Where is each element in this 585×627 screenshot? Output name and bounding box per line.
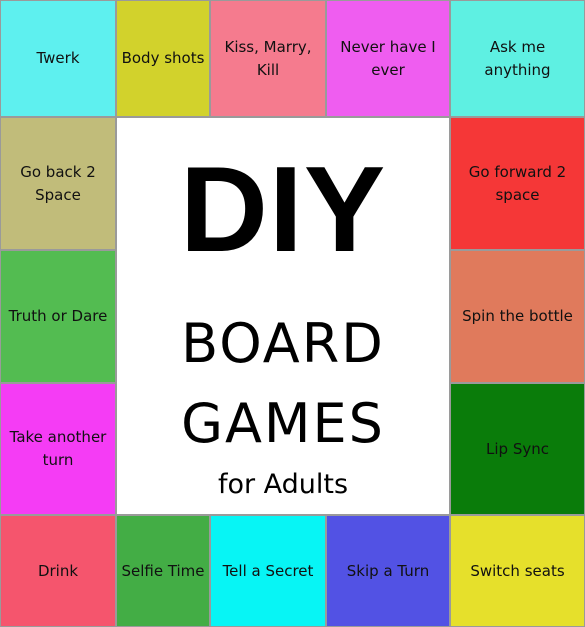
- space-go-back-2-space[interactable]: Go back 2 Space: [0, 117, 116, 250]
- space-kiss-marry-kill[interactable]: Kiss, Marry, Kill: [210, 0, 326, 117]
- game-board: Twerk Body shots Kiss, Marry, Kill Never…: [0, 0, 585, 627]
- title-diy: DIY: [179, 141, 387, 277]
- space-skip-a-turn[interactable]: Skip a Turn: [326, 515, 450, 627]
- subtitle-for-adults: for Adults: [217, 469, 349, 500]
- space-spin-the-bottle[interactable]: Spin the bottle: [450, 250, 585, 383]
- space-go-forward-2-space[interactable]: Go forward 2 space: [450, 117, 585, 250]
- space-switch-seats[interactable]: Switch seats: [450, 515, 585, 627]
- space-selfie-time[interactable]: Selfie Time: [116, 515, 210, 627]
- space-drink[interactable]: Drink: [0, 515, 116, 627]
- space-ask-me-anything[interactable]: Ask me anything: [450, 0, 585, 117]
- space-truth-or-dare[interactable]: Truth or Dare: [0, 250, 116, 383]
- space-body-shots[interactable]: Body shots: [116, 0, 210, 117]
- title-games: GAMES: [181, 392, 385, 455]
- title-panel: DIY BOARD GAMES for Adults: [116, 117, 450, 515]
- space-never-have-i-ever[interactable]: Never have I ever: [326, 0, 450, 117]
- title-board: BOARD: [181, 312, 385, 375]
- space-tell-a-secret[interactable]: Tell a Secret: [210, 515, 326, 627]
- space-lip-sync[interactable]: Lip Sync: [450, 383, 585, 515]
- space-take-another-turn[interactable]: Take another turn: [0, 383, 116, 515]
- space-twerk[interactable]: Twerk: [0, 0, 116, 117]
